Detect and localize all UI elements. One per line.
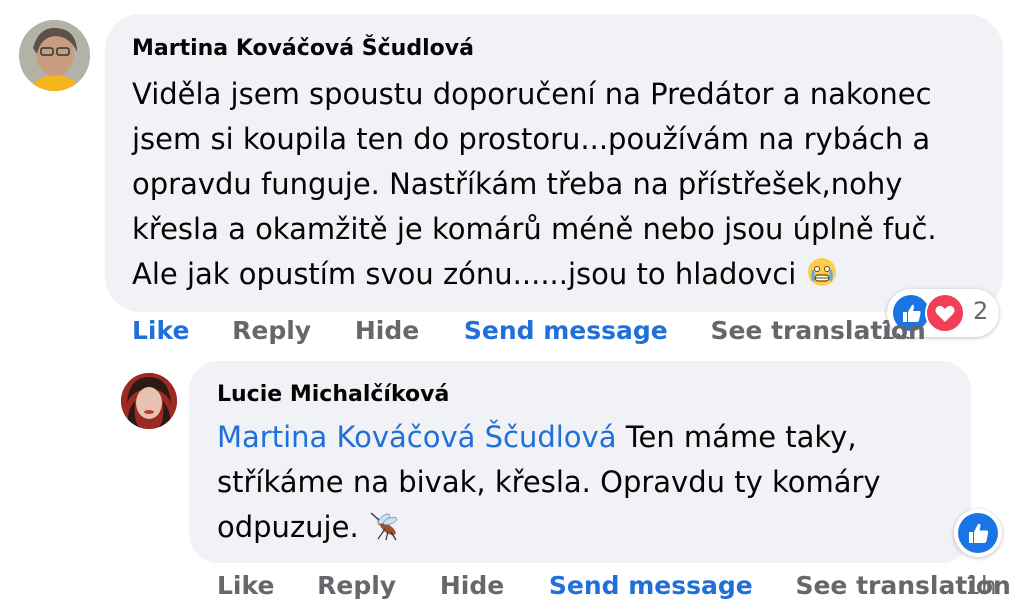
comment-author[interactable]: Martina Kováčová Ščudlová bbox=[132, 36, 474, 61]
comment-actions: Like Reply Hide Send message See transla… bbox=[132, 316, 926, 345]
like-button[interactable]: Like bbox=[132, 316, 189, 345]
hide-button[interactable]: Hide bbox=[355, 316, 419, 345]
commenter-avatar[interactable] bbox=[19, 20, 90, 91]
reply-author[interactable]: Lucie Michalčíková bbox=[217, 382, 449, 407]
reply-line: Ten máme taky, bbox=[616, 420, 857, 454]
comment-line: jsem si koupila ten do prostoru...použív… bbox=[132, 122, 931, 156]
comment-text: Viděla jsem spoustu doporučení na Predát… bbox=[132, 72, 982, 301]
mention-link[interactable]: Martina Kováčová Ščudlová bbox=[217, 420, 616, 454]
reply-actions: Like Reply Hide Send message See transla… bbox=[217, 571, 1011, 600]
reply-text: Martina Kováčová Ščudlová Ten máme taky,… bbox=[217, 415, 957, 554]
reply-reaction-summary[interactable] bbox=[954, 509, 1002, 557]
comment-line: Viděla jsem spoustu doporučení na Predát… bbox=[132, 77, 932, 111]
send-message-button[interactable]: Send message bbox=[464, 316, 668, 345]
comment-line: křesla a okamžitě je komárů méně nebo js… bbox=[132, 212, 937, 246]
reply-button[interactable]: Reply bbox=[317, 571, 396, 600]
reply-line: odpuzuje. bbox=[217, 510, 368, 544]
see-translation-button[interactable]: See translation bbox=[710, 316, 925, 345]
love-reaction-icon bbox=[925, 293, 965, 333]
mosquito-emoji bbox=[368, 509, 402, 554]
hide-button[interactable]: Hide bbox=[440, 571, 504, 600]
reaction-count: 2 bbox=[973, 297, 989, 325]
like-button[interactable]: Like bbox=[217, 571, 274, 600]
comment-line: opravdu funguje. Nastříkám třeba na přís… bbox=[132, 167, 903, 201]
like-reaction-icon bbox=[958, 513, 998, 553]
grimacing-tears-emoji bbox=[806, 256, 838, 301]
replier-avatar[interactable] bbox=[121, 373, 177, 429]
reply-line: stříkáme na bivak, křesla. Opravdu ty ko… bbox=[217, 465, 881, 499]
reply-button[interactable]: Reply bbox=[232, 316, 311, 345]
send-message-button[interactable]: Send message bbox=[549, 571, 753, 600]
reply-timestamp[interactable]: 1h bbox=[965, 571, 997, 600]
comment-line: Ale jak opustím svou zónu......jsou to h… bbox=[132, 257, 797, 291]
